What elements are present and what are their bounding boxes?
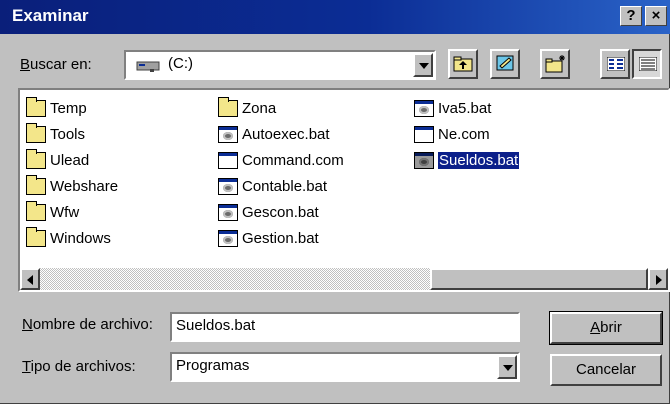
folder-item[interactable]: Zona [218,96,276,120]
desktop-icon [495,54,515,74]
folder-icon [26,122,46,143]
up-folder-button[interactable] [448,49,478,79]
item-label: Command.com [242,151,344,169]
filename-label: Nombre de archivo: [22,316,153,333]
folder-icon [26,148,46,169]
batch-file-icon [218,203,238,221]
filetype-dropdown-arrow[interactable] [497,355,517,379]
item-label: Ulead [50,151,90,169]
folder-icon [26,200,46,221]
filename-value: Sueldos.bat [176,317,256,334]
item-label: Temp [50,99,87,117]
batch-file-icon [218,125,238,143]
scroll-thumb[interactable] [430,268,648,290]
horizontal-scrollbar[interactable] [20,268,668,290]
details-view-icon [639,57,657,71]
com-file-icon [414,125,434,143]
file-item[interactable]: Sueldos.bat [414,148,521,172]
folder-icon [26,174,46,195]
item-label: Gescon.bat [242,203,319,221]
file-item[interactable]: Iva5.bat [414,96,491,120]
item-label: Wfw [50,203,80,221]
close-button[interactable]: × [645,6,667,26]
filetype-label: Tipo de archivos: [22,358,136,375]
new-folder-button[interactable] [540,49,570,79]
cancel-button[interactable]: Cancelar [550,354,662,386]
item-label: Ne.com [438,125,490,143]
new-folder-icon [545,55,567,73]
item-label: Iva5.bat [438,99,492,117]
up-folder-icon [453,55,473,73]
file-item[interactable]: Autoexec.bat [218,122,330,146]
item-label: Tools [50,125,86,143]
item-label: Contable.bat [242,177,328,195]
item-label: Webshare [50,177,119,195]
look-in-label: Buscar en: [20,56,92,73]
file-list[interactable]: Temp Tools Ulead Webshare Wfw Windows Zona Aut… [18,88,670,292]
open-button[interactable]: Abrir [549,311,663,345]
folder-item[interactable]: Windows [26,226,111,250]
folder-item[interactable]: Temp [26,96,87,120]
dialog-title: Examinar [12,6,89,25]
filename-input[interactable]: Sueldos.bat [170,312,520,342]
file-item[interactable]: Command.com [218,148,344,172]
folder-icon [26,226,46,247]
item-label: Zona [242,99,277,117]
details-view-button[interactable] [632,49,662,79]
item-label: Autoexec.bat [242,125,330,143]
right-arrow-icon [656,275,662,285]
item-label: Sueldos.bat [436,150,521,170]
scroll-track[interactable] [40,268,648,290]
folder-item[interactable]: Ulead [26,148,89,172]
scroll-left-button[interactable] [20,268,40,290]
look-in-combo[interactable]: (C:) [124,50,436,80]
desktop-button[interactable] [490,49,520,79]
item-label: Gestion.bat [242,229,319,247]
list-view-button[interactable] [600,49,630,79]
folder-item[interactable]: Webshare [26,174,118,198]
file-item[interactable]: Gestion.bat [218,226,319,250]
file-item[interactable]: Gescon.bat [218,200,319,224]
file-item[interactable]: Contable.bat [218,174,327,198]
folder-item[interactable]: Tools [26,122,85,146]
filetype-select[interactable]: Programas [170,352,520,382]
batch-file-icon [414,151,434,169]
com-file-icon [218,151,238,169]
left-arrow-icon [27,275,33,285]
folder-icon [26,96,46,117]
batch-file-icon [414,99,434,117]
folder-item[interactable]: Wfw [26,200,79,224]
item-label: Windows [50,229,111,247]
batch-file-icon [218,177,238,195]
title-bar[interactable]: Examinar ? × [0,0,670,34]
batch-file-icon [218,229,238,247]
scroll-right-button[interactable] [648,268,668,290]
file-item[interactable]: Ne.com [414,122,490,146]
folder-icon [218,96,238,117]
look-in-dropdown-arrow[interactable] [413,53,433,77]
look-in-value: (C:) [168,55,193,72]
drive-icon [136,59,160,73]
list-view-icon [607,57,625,71]
file-dialog: Examinar ? × Buscar en: (C:) Temp Tools … [0,0,670,404]
help-button[interactable]: ? [620,6,642,26]
filetype-value: Programas [176,357,250,374]
